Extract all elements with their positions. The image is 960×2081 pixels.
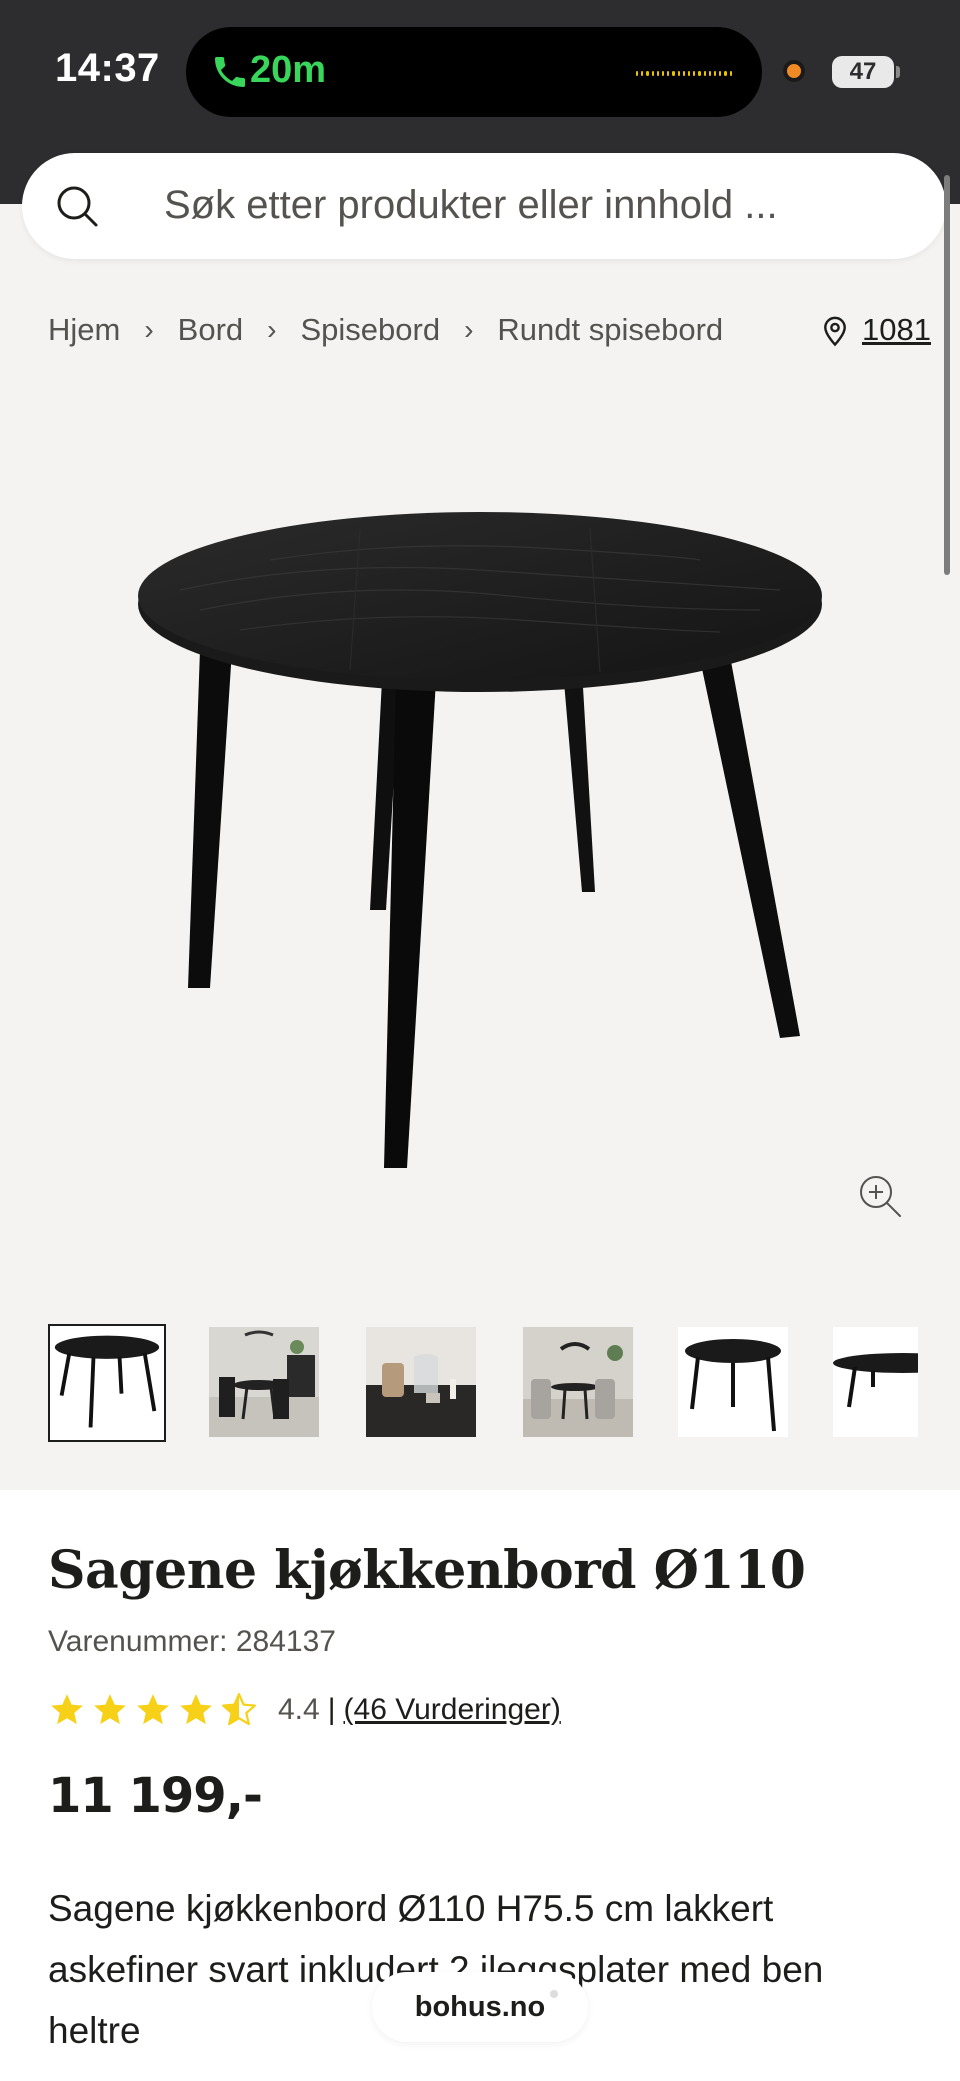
product-title: Sagene kjøkkenbord Ø110 bbox=[48, 1540, 806, 1601]
recording-indicator-icon bbox=[783, 60, 805, 82]
breadcrumb-item-rundt-spisebord[interactable]: Rundt spisebord bbox=[497, 312, 723, 348]
product-rating: 4.4 | (46 Vurderinger) bbox=[48, 1688, 561, 1732]
star-icon bbox=[137, 1694, 169, 1725]
star-half-icon bbox=[222, 1693, 256, 1726]
site-url-text: bohus.no bbox=[414, 1991, 546, 2023]
call-duration: 20m bbox=[250, 49, 327, 91]
thumbnail-strip bbox=[48, 1324, 918, 1442]
site-url-badge[interactable]: bohus.no bbox=[372, 1972, 588, 2042]
phone-icon bbox=[215, 57, 245, 87]
product-price: 11 199,- bbox=[48, 1768, 263, 1824]
chevron-right-icon: › bbox=[267, 314, 277, 345]
breadcrumb-item-bord[interactable]: Bord bbox=[178, 312, 243, 348]
battery-indicator: 47 bbox=[832, 56, 894, 88]
breadcrumb: Hjem › Bord › Spisebord › Rundt spisebor… bbox=[48, 310, 723, 350]
location-pin-icon bbox=[824, 316, 846, 347]
star-icon bbox=[180, 1694, 212, 1725]
location-code[interactable]: 1081 bbox=[862, 312, 931, 348]
search-input[interactable] bbox=[164, 175, 904, 235]
star-icon bbox=[94, 1694, 126, 1725]
audio-waveform-icon bbox=[636, 69, 732, 77]
zoom-in-icon[interactable] bbox=[856, 1172, 904, 1220]
thumbnail-4[interactable] bbox=[523, 1327, 633, 1437]
dot-icon bbox=[550, 1990, 558, 1998]
thumbnail-1[interactable] bbox=[48, 1324, 166, 1442]
thumbnail-3[interactable] bbox=[366, 1327, 476, 1437]
thumbnail-6[interactable] bbox=[833, 1327, 918, 1437]
product-sku: Varenummer: 284137 bbox=[48, 1625, 336, 1658]
rating-divider: | bbox=[327, 1693, 336, 1726]
star-icon bbox=[51, 1694, 83, 1725]
store-location-link[interactable]: 1081 bbox=[820, 310, 931, 350]
chevron-right-icon: › bbox=[144, 314, 154, 345]
clock-time: 14:37 bbox=[55, 46, 160, 90]
product-main-image[interactable] bbox=[120, 500, 840, 1180]
star-rating bbox=[48, 1691, 258, 1729]
breadcrumb-item-home[interactable]: Hjem bbox=[48, 312, 120, 348]
battery-nub-icon bbox=[896, 66, 900, 78]
chevron-right-icon: › bbox=[464, 314, 474, 345]
thumbnail-5[interactable] bbox=[678, 1327, 788, 1437]
rating-score: 4.4 bbox=[278, 1693, 320, 1726]
search-bar[interactable] bbox=[22, 153, 946, 259]
breadcrumb-item-spisebord[interactable]: Spisebord bbox=[300, 312, 440, 348]
page-scrollbar[interactable] bbox=[944, 175, 950, 575]
search-icon[interactable] bbox=[54, 183, 100, 229]
thumbnail-2[interactable] bbox=[209, 1327, 319, 1437]
reviews-link[interactable]: (46 Vurderinger) bbox=[344, 1693, 561, 1727]
dynamic-island-call[interactable]: 20m bbox=[186, 27, 762, 117]
